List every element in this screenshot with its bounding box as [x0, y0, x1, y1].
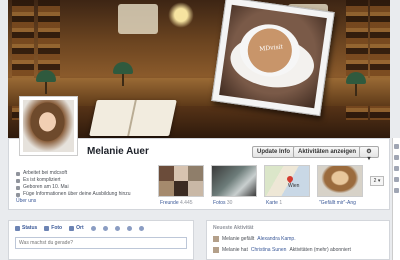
contact-avatar[interactable] [394, 166, 399, 171]
open-book [89, 100, 177, 136]
likes-tile[interactable] [317, 165, 363, 197]
more-tiles-button[interactable]: 2 ▾ [370, 176, 384, 186]
activity-text: Melanie gefällt [222, 236, 255, 242]
calendar-icon [16, 185, 20, 190]
status-icon [15, 225, 20, 231]
about-row: Es ist kompliziert [16, 177, 131, 184]
activity-item: Melanie hat Christina Sunen Aktivitäten … [213, 247, 383, 253]
map-label[interactable]: Karte 1 [266, 200, 282, 206]
status-composer: Status Foto Ort [8, 220, 194, 260]
tab-status[interactable]: Status [15, 225, 37, 231]
recent-activity-box: Neueste Aktivität Melanie gefällt Alexan… [206, 220, 390, 260]
briefcase-icon [16, 171, 20, 176]
friends-label[interactable]: Freunde 4.445 [160, 200, 193, 206]
friend-thumb [173, 181, 189, 196]
about-row: Arbeitet bei mdcsoft [16, 170, 131, 177]
lamp [113, 62, 133, 86]
contact-avatar[interactable] [394, 155, 399, 160]
friends-count: 4.445 [180, 200, 193, 206]
activity-header: Neueste Aktivität [213, 225, 254, 231]
friend-thumb [159, 166, 174, 181]
friends-label-text: Freunde [160, 200, 179, 206]
profile-name[interactable]: Melanie Auer [87, 146, 149, 157]
user-avatar [213, 236, 219, 242]
tab-photo[interactable]: Foto [44, 225, 62, 231]
activity-text: Melanie hat [222, 247, 248, 253]
friend-thumb [188, 166, 203, 181]
about-relationship: Es ist kompliziert [23, 177, 61, 183]
friends-tile[interactable] [158, 165, 204, 197]
likes-label[interactable]: "Gefällt mir"-Ang [319, 200, 356, 206]
profile-picture[interactable] [19, 96, 78, 156]
tab-place-label: Ort [76, 225, 84, 231]
about-row: Füge Informationen über deine Ausbildung… [16, 191, 131, 198]
event-icon[interactable] [138, 225, 144, 231]
status-input[interactable] [15, 237, 187, 249]
activity-link[interactable]: Christina Sunen [251, 247, 287, 253]
about-work: Arbeitet bei mdcsoft [23, 170, 68, 176]
tab-photo-label: Foto [51, 225, 63, 231]
star-icon[interactable] [114, 225, 120, 231]
life-event-icon[interactable] [90, 225, 96, 231]
flag-icon[interactable] [102, 225, 108, 231]
chandelier [166, 0, 196, 30]
friend-thumb [173, 166, 189, 181]
heart-icon[interactable] [126, 225, 132, 231]
about-row: Geboren am 10. Mai [16, 184, 131, 191]
pencil-icon [16, 192, 20, 197]
map-label-text: Karte [266, 200, 278, 206]
map-pin-icon [285, 174, 295, 184]
photos-count: 30 [226, 200, 233, 206]
tab-status-label: Status [22, 225, 38, 231]
friends-grid [159, 166, 203, 196]
contact-avatar[interactable] [394, 177, 399, 182]
activity-text-suffix: Aktivitäten (mehr) abonniert [289, 247, 351, 253]
library-window [118, 4, 158, 34]
map-city: Wien [288, 183, 300, 189]
friend-thumb [188, 181, 203, 196]
composer-tabs: Status Foto Ort [9, 221, 193, 235]
activity-log-button[interactable]: Aktivitäten anzeigen [293, 146, 362, 158]
update-info-button[interactable]: Update Info [252, 146, 295, 158]
settings-gear-button[interactable]: ⚙ ▾ [359, 146, 379, 162]
about-education[interactable]: Füge Informationen über deine Ausbildung… [23, 191, 131, 198]
activity-link[interactable]: Alexandra Kamp. [257, 236, 295, 242]
about-section: Arbeitet bei mdcsoft Es ist kompliziert … [16, 170, 131, 205]
avatar [23, 100, 74, 152]
photos-tile[interactable] [211, 165, 257, 197]
camera-icon [44, 225, 50, 231]
chat-sidebar [392, 138, 400, 260]
tab-place[interactable]: Ort [69, 225, 84, 231]
photos-label-text: Fotos [213, 200, 226, 206]
photos-label[interactable]: Fotos 30 [213, 200, 232, 206]
map-count: 1 [279, 200, 283, 206]
contact-avatar[interactable] [394, 188, 399, 193]
about-birthday: Geboren am 10. Mai [23, 184, 69, 190]
map-tile[interactable]: Wien [264, 165, 310, 197]
location-icon [69, 225, 75, 231]
heart-icon [16, 178, 20, 183]
friend-thumb [159, 181, 174, 196]
about-link[interactable]: Über uns [16, 198, 131, 205]
coffee-photo-card: MDvisit [211, 0, 335, 117]
user-avatar [213, 247, 219, 253]
contact-avatar[interactable] [394, 144, 399, 149]
activity-item: Melanie gefällt Alexandra Kamp. [213, 236, 383, 242]
